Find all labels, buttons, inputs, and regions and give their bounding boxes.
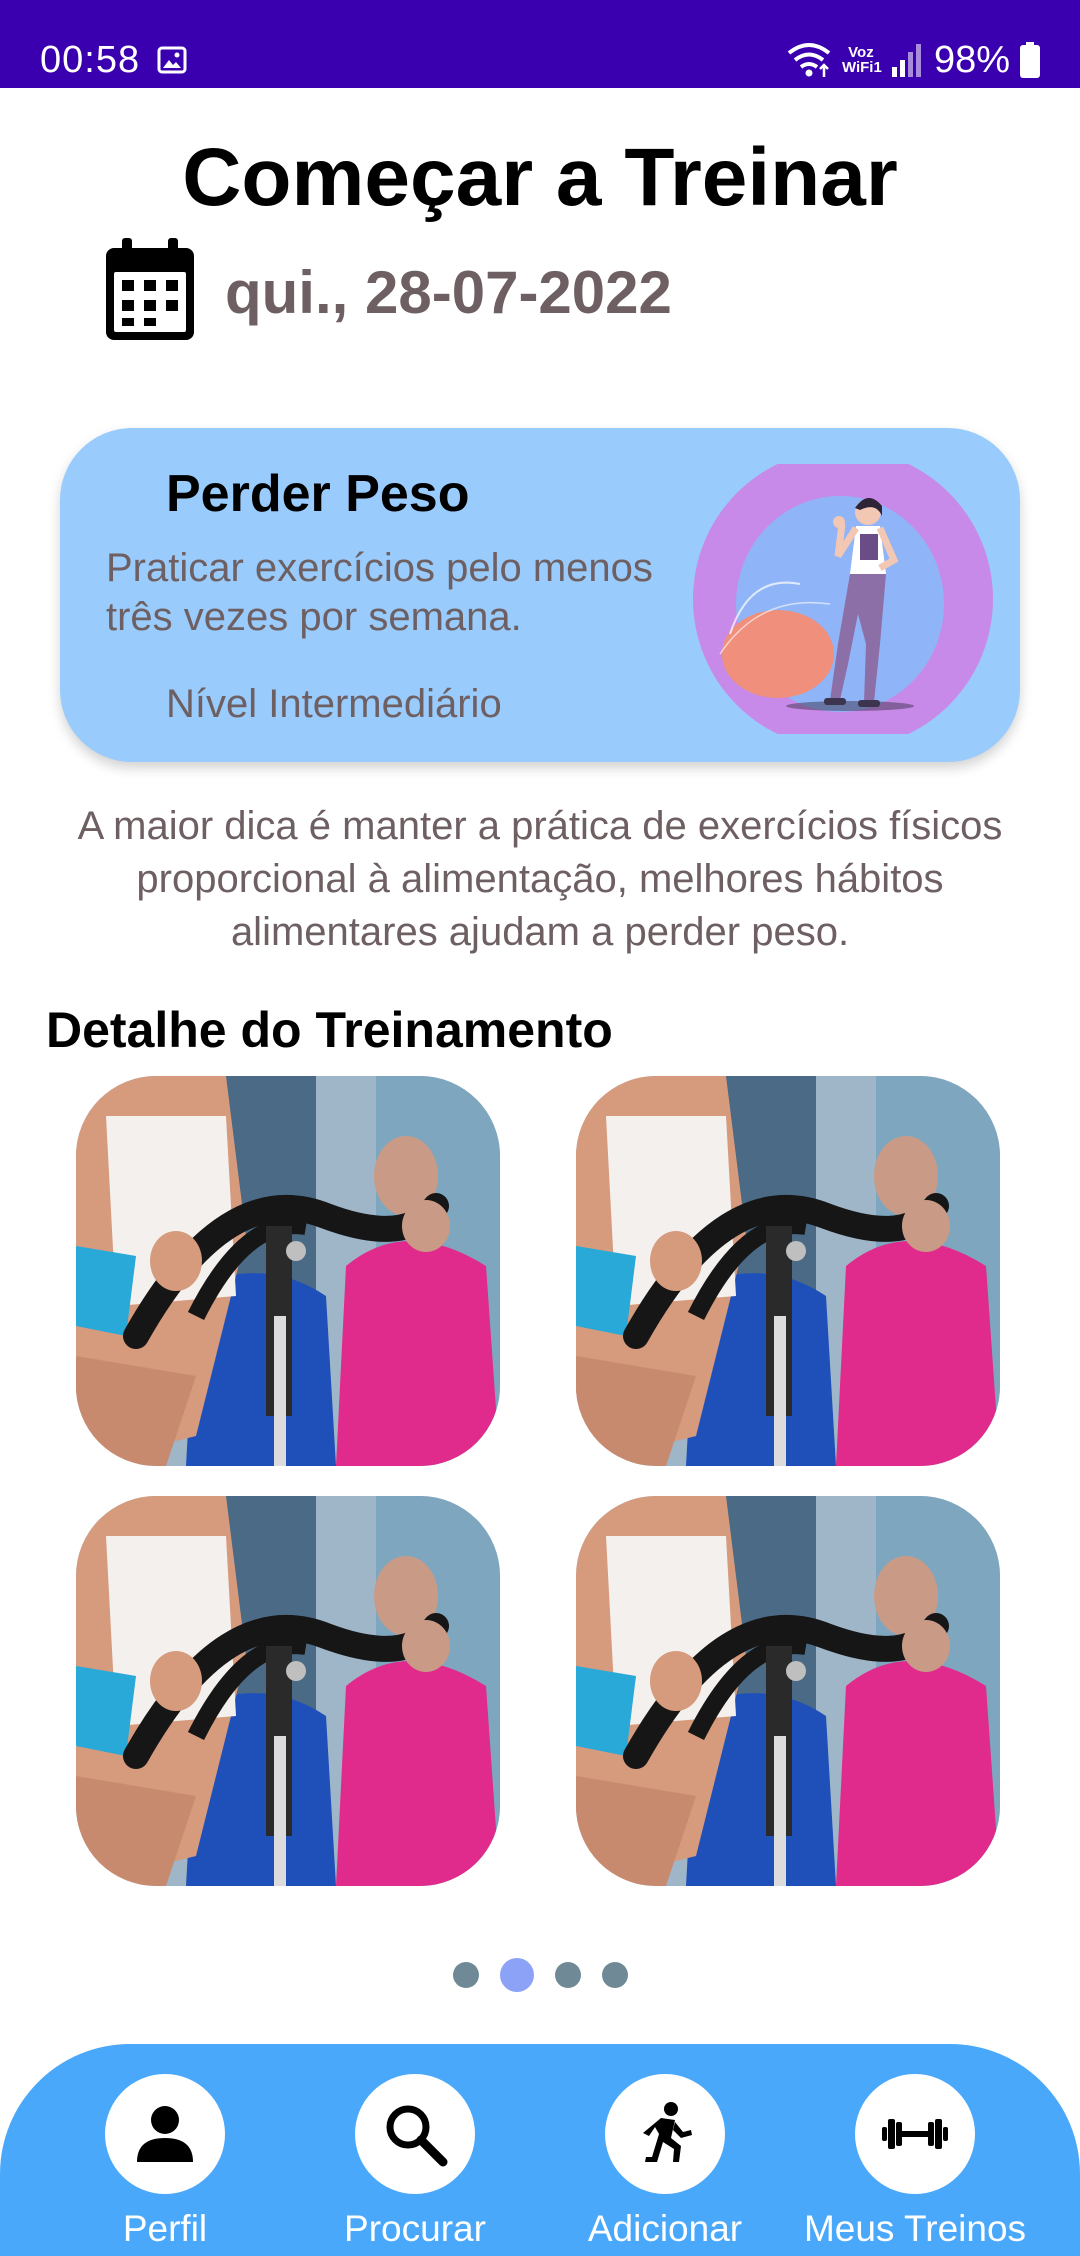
- nav-label-perfil: Perfil: [122, 2208, 208, 2249]
- nav-item-procurar[interactable]: Procurar: [315, 2074, 515, 2256]
- current-date: qui., 28-07-2022: [225, 259, 672, 326]
- signal-icon: [891, 44, 921, 77]
- tip-text: A maior dica é manter a prática de exerc…: [77, 804, 1003, 954]
- goal-card[interactable]: Perder Peso Praticar exercícios pelo men…: [60, 428, 1020, 762]
- battery-percent: 98%: [933, 39, 1010, 81]
- status-time: 00:58: [40, 39, 141, 81]
- status-icons: Voz WiFi1 98%: [786, 36, 1040, 84]
- person-icon: [137, 2106, 193, 2162]
- page-dot[interactable]: [452, 1962, 479, 1988]
- spinning-class-photo: [76, 1496, 500, 1886]
- gallery-icon: [157, 46, 187, 74]
- workout-tile[interactable]: [76, 1076, 500, 1466]
- workout-tile[interactable]: [76, 1496, 500, 1886]
- spinning-class-photo: [576, 1496, 1000, 1886]
- goal-level: Nível Intermediário: [166, 682, 502, 726]
- search-icon: [386, 2105, 448, 2167]
- nav-button-adicionar[interactable]: [605, 2074, 725, 2194]
- wifi-icon: [787, 43, 831, 77]
- goal-title: Perder Peso: [166, 465, 470, 523]
- spinning-class-photo: [576, 1076, 1000, 1466]
- page-indicator: [0, 1958, 1080, 1992]
- battery-icon: [1020, 42, 1040, 78]
- page-dot-active[interactable]: [499, 1958, 534, 1992]
- woman-with-exercise-ball-illustration: [693, 464, 993, 734]
- dumbbell-icon: [882, 2119, 948, 2149]
- workout-tile[interactable]: [576, 1496, 1000, 1886]
- nav-label-meus-treinos: Meus Treinos: [803, 2208, 1027, 2249]
- nav-button-perfil[interactable]: [105, 2074, 225, 2194]
- calendar-icon: [106, 238, 194, 340]
- running-person-icon: [643, 2102, 692, 2162]
- page-dot[interactable]: [554, 1962, 581, 1988]
- nav-button-meus-treinos[interactable]: [855, 2074, 975, 2194]
- nav-label-adicionar: Adicionar: [587, 2208, 743, 2249]
- volte-icon: Voz WiFi1: [841, 44, 882, 76]
- status-bar: 00:58 Voz WiFi1 98%: [0, 0, 1080, 88]
- nav-item-perfil[interactable]: Perfil: [65, 2074, 265, 2256]
- goal-description: Praticar exercícios pelo menos três veze…: [106, 546, 653, 639]
- nav-item-adicionar[interactable]: Adicionar: [565, 2074, 765, 2256]
- nav-label-procurar: Procurar: [344, 2208, 486, 2249]
- spinning-class-photo: [76, 1076, 500, 1466]
- bottom-nav: Perfil Procurar Adicionar Meus Treinos: [0, 2044, 1080, 2256]
- nav-button-procurar[interactable]: [355, 2074, 475, 2194]
- page-title: Começar a Treinar: [182, 132, 898, 223]
- workout-tile[interactable]: [576, 1076, 1000, 1466]
- training-detail-title: Detalhe do Treinamento: [46, 1002, 613, 1058]
- nav-item-meus-treinos[interactable]: Meus Treinos: [804, 2074, 1026, 2256]
- page-dot[interactable]: [601, 1962, 628, 1988]
